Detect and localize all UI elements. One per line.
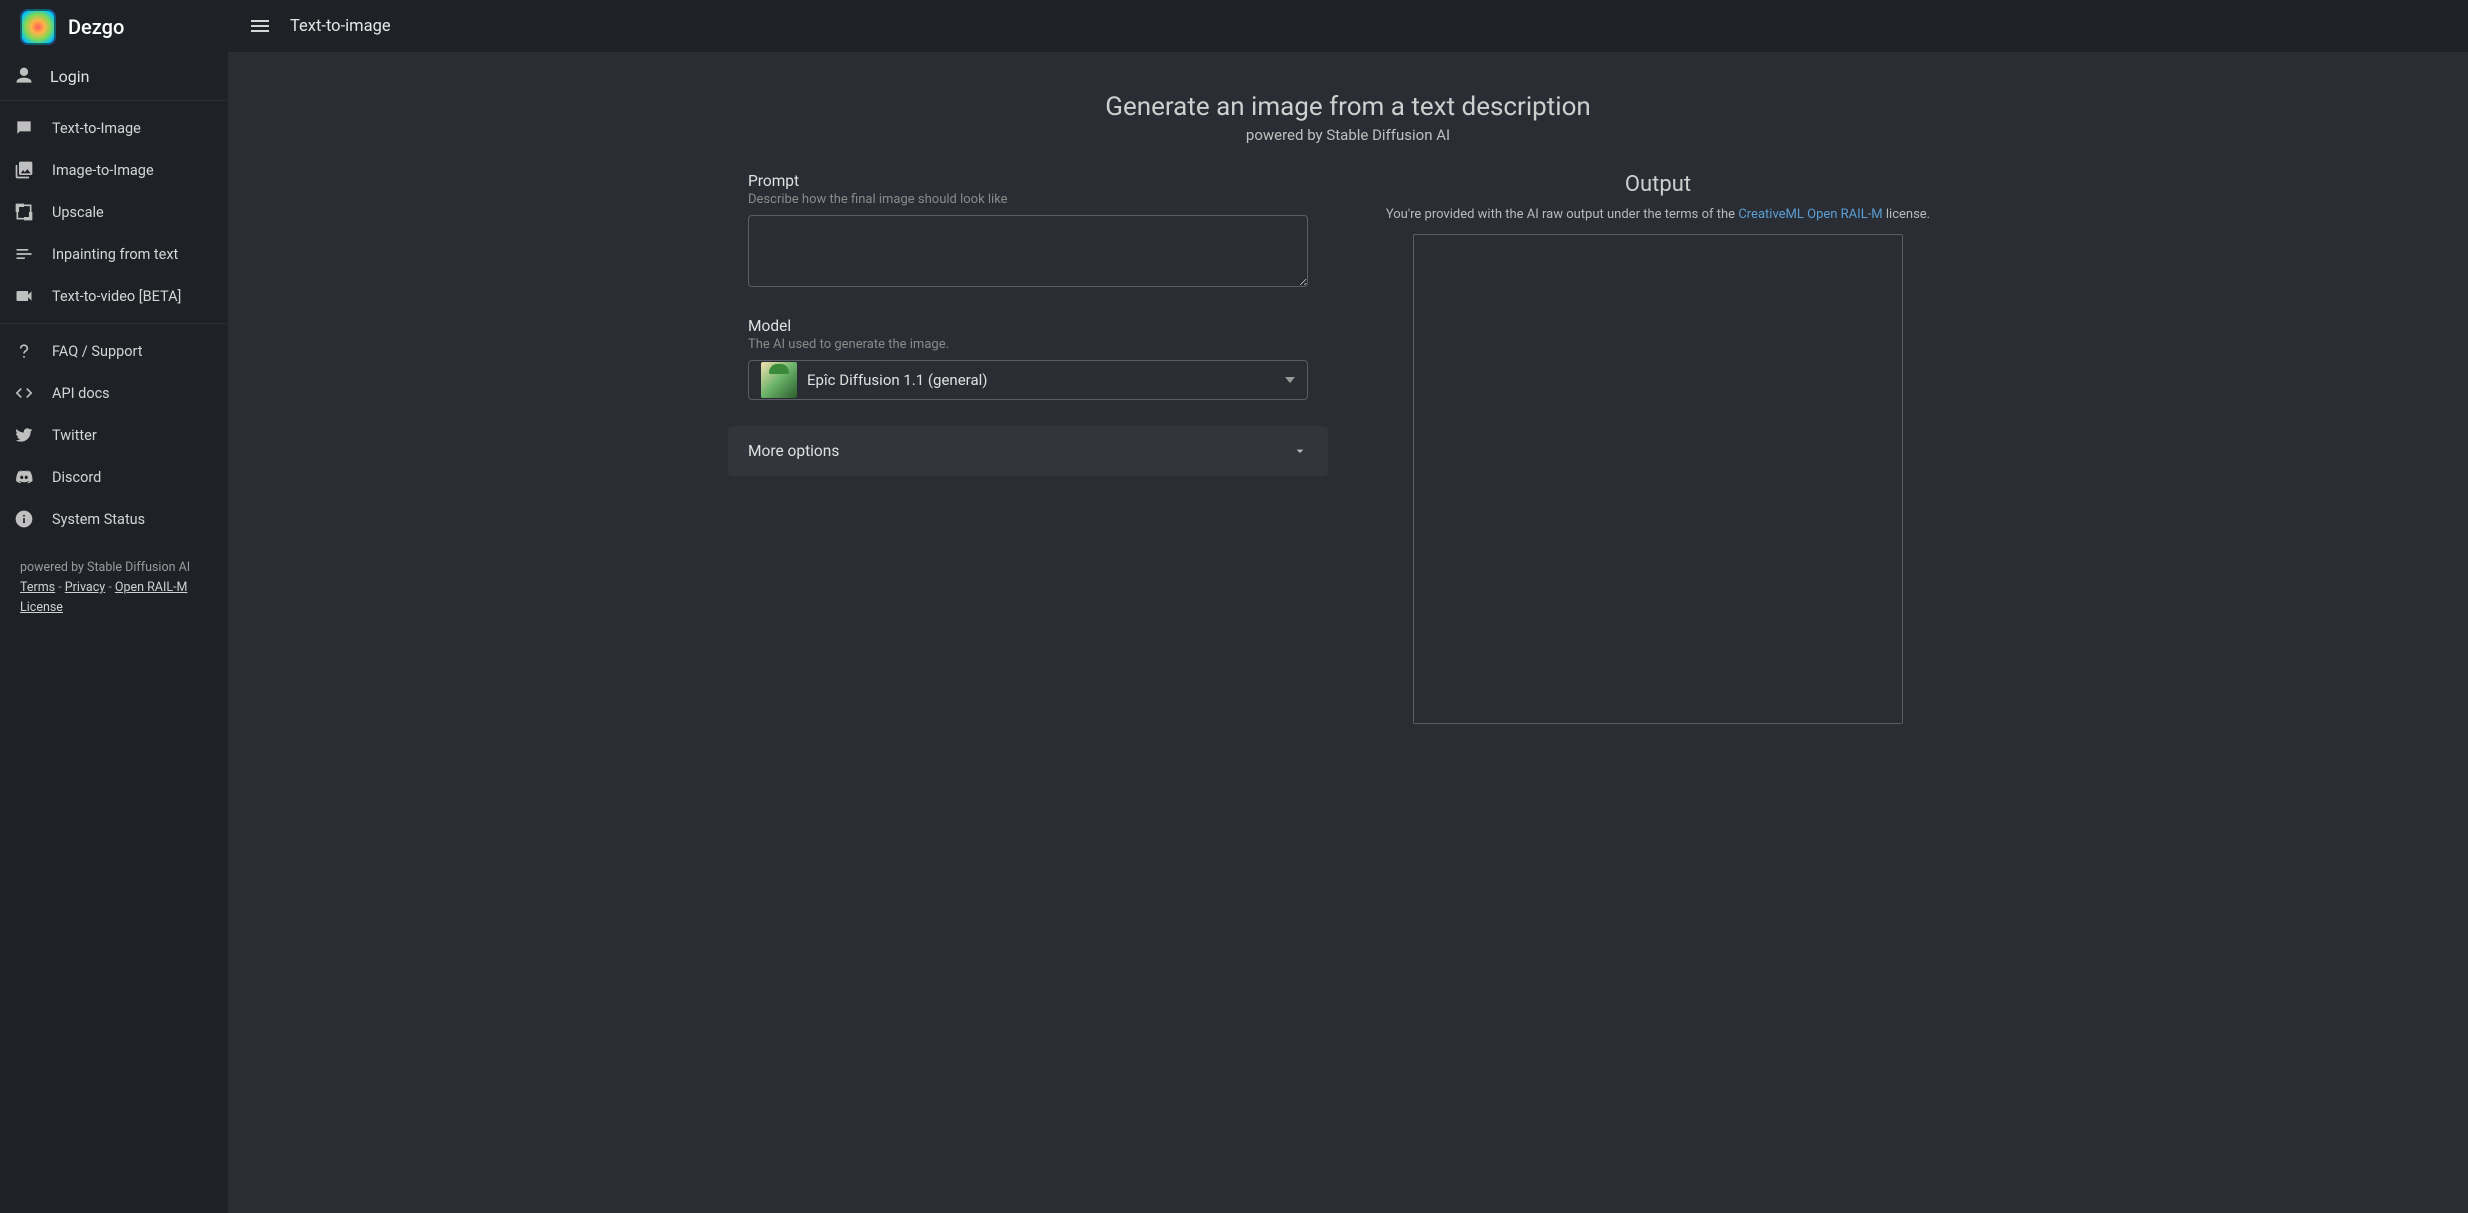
prompt-desc: Describe how the final image should look… <box>748 192 1308 207</box>
logo-icon <box>20 9 56 45</box>
sidebar-item-twitter[interactable]: Twitter <box>0 414 228 456</box>
sidebar-item-faq[interactable]: FAQ / Support <box>0 330 228 372</box>
list-icon <box>14 244 34 264</box>
sidebar-item-text-to-video[interactable]: Text-to-video [BETA] <box>0 275 228 317</box>
heading: Generate an image from a text descriptio… <box>268 92 2428 144</box>
expand-icon <box>14 202 34 222</box>
twitter-icon <box>14 425 34 445</box>
main: Text-to-image Generate an image from a t… <box>228 0 2468 1213</box>
menu-button[interactable] <box>248 14 272 38</box>
nav-label: Text-to-Image <box>52 120 141 137</box>
chevron-down-icon <box>1292 443 1308 459</box>
footer-privacy-link[interactable]: Privacy <box>65 580 105 595</box>
nav-label: Upscale <box>52 204 104 221</box>
prompt-input[interactable] <box>748 215 1308 287</box>
info-icon <box>14 509 34 529</box>
video-icon <box>14 286 34 306</box>
prompt-field: Prompt Describe how the final image shou… <box>748 172 1308 291</box>
nav-label: Twitter <box>52 427 97 444</box>
sidebar-footer: powered by Stable Diffusion AI Terms - P… <box>0 546 228 630</box>
output-image-box <box>1413 234 1903 724</box>
model-select[interactable]: Epîc Diffusion 1.1 (general) <box>748 360 1308 400</box>
logo-row[interactable]: Dezgo <box>0 0 228 52</box>
model-desc: The AI used to generate the image. <box>748 337 1308 352</box>
nav-label: FAQ / Support <box>52 343 143 360</box>
nav-group-tools: Text-to-Image Image-to-Image Upscale Inp… <box>0 100 228 323</box>
output-license-text: You're provided with the AI raw output u… <box>1368 207 1948 222</box>
sidebar-item-inpainting[interactable]: Inpainting from text <box>0 233 228 275</box>
account-icon <box>14 66 34 86</box>
footer-powered: powered by Stable Diffusion AI <box>20 558 208 578</box>
discord-icon <box>14 467 34 487</box>
sidebar-item-image-to-image[interactable]: Image-to-Image <box>0 149 228 191</box>
login-button[interactable]: Login <box>0 52 228 100</box>
model-label: Model <box>748 317 1308 335</box>
license-link[interactable]: CreativeML Open RAIL-M <box>1738 207 1882 222</box>
model-thumb-icon <box>761 362 797 398</box>
sidebar-item-discord[interactable]: Discord <box>0 456 228 498</box>
chat-icon <box>14 118 34 138</box>
nav-label: Inpainting from text <box>52 246 178 263</box>
sidebar-item-text-to-image[interactable]: Text-to-Image <box>0 107 228 149</box>
page-title: Text-to-image <box>290 17 391 36</box>
sidebar-item-upscale[interactable]: Upscale <box>0 191 228 233</box>
top-bar: Text-to-image <box>228 0 2468 52</box>
form-column: Prompt Describe how the final image shou… <box>748 172 1308 724</box>
collections-icon <box>14 160 34 180</box>
menu-icon <box>248 14 272 38</box>
content: Generate an image from a text descriptio… <box>228 52 2468 1213</box>
output-column: Output You're provided with the AI raw o… <box>1368 172 1948 724</box>
footer-terms-link[interactable]: Terms <box>20 580 55 595</box>
more-options-toggle[interactable]: More options <box>728 426 1328 476</box>
output-title: Output <box>1368 172 1948 197</box>
nav-label: Discord <box>52 469 101 486</box>
more-options-label: More options <box>748 442 839 460</box>
help-icon <box>14 341 34 361</box>
model-field: Model The AI used to generate the image.… <box>748 317 1308 400</box>
nav-group-links: FAQ / Support API docs Twitter Discord S… <box>0 323 228 546</box>
heading-subtitle: powered by Stable Diffusion AI <box>268 126 2428 144</box>
model-selected-text: Epîc Diffusion 1.1 (general) <box>807 371 1285 389</box>
heading-title: Generate an image from a text descriptio… <box>268 92 2428 122</box>
prompt-label: Prompt <box>748 172 1308 190</box>
caret-down-icon <box>1285 377 1295 383</box>
nav-label: Image-to-Image <box>52 162 154 179</box>
nav-label: System Status <box>52 511 145 528</box>
code-icon <box>14 383 34 403</box>
sidebar-item-api[interactable]: API docs <box>0 372 228 414</box>
sidebar-item-status[interactable]: System Status <box>0 498 228 540</box>
login-label: Login <box>50 67 89 86</box>
nav-label: Text-to-video [BETA] <box>52 288 181 305</box>
nav-label: API docs <box>52 385 110 402</box>
app-name: Dezgo <box>68 15 124 39</box>
sidebar: Dezgo Login Text-to-Image Image-to-Image… <box>0 0 228 1213</box>
